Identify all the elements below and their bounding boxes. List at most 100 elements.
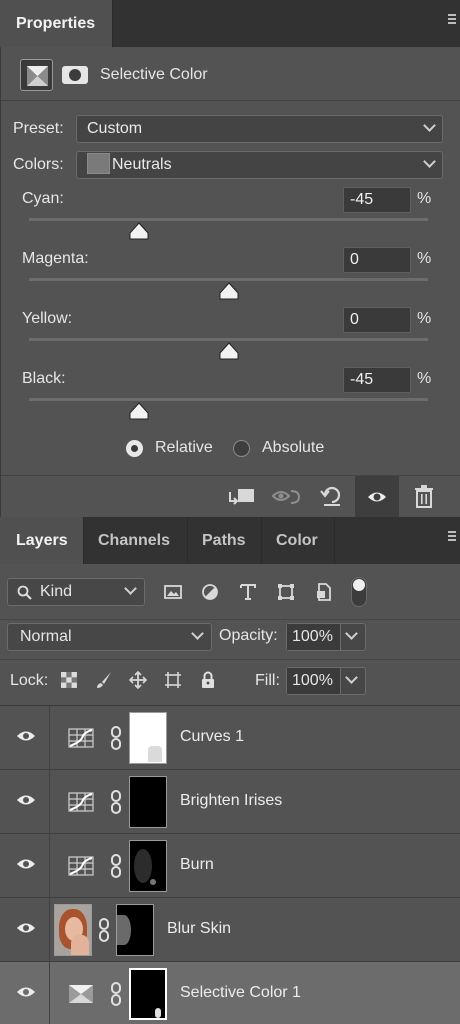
- properties-panel: Selective Color Preset: Custom Colors: N…: [0, 47, 460, 518]
- black-label: Black:: [22, 370, 66, 387]
- divider: [49, 834, 50, 898]
- black-slider-thumb[interactable]: [129, 402, 149, 420]
- layer-name: Brighten Irises: [180, 792, 283, 809]
- reset-button[interactable]: [310, 476, 354, 518]
- blend-mode-dropdown[interactable]: Normal: [7, 623, 212, 651]
- link-icon[interactable]: [109, 726, 123, 750]
- eye-icon[interactable]: [16, 921, 36, 935]
- magenta-value-input[interactable]: 0: [343, 247, 411, 273]
- properties-tabbar: Properties: [0, 0, 460, 47]
- colors-dropdown[interactable]: Neutrals: [76, 151, 443, 179]
- reset-icon: [320, 486, 341, 506]
- black-value-input[interactable]: -45: [343, 367, 411, 393]
- yellow-value-input[interactable]: 0: [343, 307, 411, 333]
- cyan-slider-thumb[interactable]: [129, 222, 149, 240]
- chevron-down-icon: [124, 582, 137, 595]
- preset-value: Custom: [87, 120, 143, 137]
- layer-row-burn[interactable]: Burn: [0, 834, 460, 898]
- filter-kind-label: Kind: [40, 583, 73, 600]
- panel-menu-icon[interactable]: [448, 531, 456, 545]
- divider: [49, 770, 50, 834]
- blend-mode-value: Normal: [20, 628, 72, 645]
- layer-filter-row: Kind: [0, 564, 460, 620]
- type-layer-filter-icon[interactable]: [238, 582, 258, 602]
- adjustment-layer-filter-icon[interactable]: [200, 582, 220, 602]
- fill-label: Fill:: [255, 672, 280, 689]
- eye-icon[interactable]: [16, 729, 36, 743]
- layers-tabbar: Layers Channels Paths Color: [0, 517, 460, 564]
- magenta-slider-thumb[interactable]: [219, 282, 239, 300]
- shape-layer-filter-icon[interactable]: [276, 582, 296, 602]
- clip-to-layer-button[interactable]: [221, 476, 265, 518]
- chevron-down-icon: [423, 155, 436, 168]
- layer-row-curves-1[interactable]: Curves 1: [0, 706, 460, 770]
- delete-button[interactable]: [402, 476, 446, 518]
- curves-adjustment-icon: [68, 856, 94, 876]
- lock-image-pixels-icon[interactable]: [95, 671, 113, 689]
- neutrals-swatch: [87, 152, 110, 174]
- tab-properties[interactable]: Properties: [0, 0, 113, 47]
- layer-mask-thumbnail[interactable]: [129, 968, 167, 1020]
- chevron-down-icon: [191, 627, 204, 640]
- layer-row-brighten-irises[interactable]: Brighten Irises: [0, 770, 460, 834]
- lock-all-icon[interactable]: [199, 671, 217, 689]
- curves-adjustment-icon: [68, 728, 94, 748]
- lock-artboard-icon[interactable]: [164, 671, 182, 689]
- layer-mask-thumbnail[interactable]: [129, 840, 167, 892]
- properties-header: Selective Color: [1, 47, 460, 101]
- tab-color[interactable]: Color: [262, 517, 335, 564]
- fill-control[interactable]: 100%: [286, 667, 366, 695]
- pixel-layer-filter-icon[interactable]: [163, 582, 183, 602]
- opacity-control[interactable]: 100%: [286, 623, 366, 651]
- tab-layers[interactable]: Layers: [0, 517, 84, 564]
- eye-icon[interactable]: [16, 857, 36, 871]
- layer-mask-thumbnail[interactable]: [129, 712, 167, 764]
- toggle-visibility-button[interactable]: [355, 476, 399, 518]
- magenta-percent: %: [417, 250, 432, 267]
- link-icon[interactable]: [97, 918, 111, 942]
- tab-paths[interactable]: Paths: [188, 517, 262, 564]
- cyan-slider-track[interactable]: [29, 218, 428, 221]
- layer-name: Curves 1: [180, 728, 245, 745]
- tab-channels[interactable]: Channels: [84, 517, 188, 564]
- chevron-down-icon: [345, 627, 358, 640]
- clip-to-layer-icon: [229, 489, 254, 505]
- selective-color-adjustment-icon[interactable]: [20, 59, 53, 91]
- layer-mask-thumbnail[interactable]: [116, 904, 154, 956]
- opacity-value[interactable]: 100%: [287, 624, 341, 650]
- eye-icon[interactable]: [16, 793, 36, 807]
- yellow-slider-track[interactable]: [29, 338, 428, 341]
- curves-adjustment-icon: [68, 792, 94, 812]
- cyan-value-input[interactable]: -45: [343, 187, 411, 213]
- lock-label: Lock:: [10, 672, 49, 689]
- link-icon[interactable]: [109, 854, 123, 878]
- link-icon[interactable]: [109, 982, 123, 1006]
- view-previous-state-button[interactable]: [265, 476, 309, 518]
- lock-transparent-pixels-icon[interactable]: [60, 671, 78, 689]
- layer-row-selective-color-1[interactable]: Selective Color 1: [0, 962, 460, 1024]
- smart-object-filter-icon[interactable]: [314, 582, 334, 602]
- preset-dropdown[interactable]: Custom: [76, 115, 443, 143]
- divider: [49, 898, 50, 962]
- opacity-label: Opacity:: [219, 627, 278, 644]
- link-icon[interactable]: [109, 790, 123, 814]
- yellow-slider-thumb[interactable]: [219, 342, 239, 360]
- divider: [49, 962, 50, 1024]
- divider: [49, 706, 50, 770]
- layer-mask-icon[interactable]: [62, 66, 88, 84]
- layer-mask-thumbnail[interactable]: [129, 776, 167, 828]
- trash-icon: [415, 485, 433, 508]
- filter-toggle[interactable]: [351, 577, 367, 607]
- relative-radio[interactable]: [126, 440, 143, 457]
- layer-name: Burn: [180, 856, 214, 873]
- panel-menu-icon[interactable]: [448, 14, 456, 28]
- filter-kind-dropdown[interactable]: Kind: [7, 578, 145, 606]
- eye-icon[interactable]: [16, 985, 36, 999]
- black-slider-track[interactable]: [29, 398, 428, 401]
- layer-image-thumbnail[interactable]: [54, 904, 92, 956]
- absolute-radio[interactable]: [233, 440, 250, 457]
- magenta-slider-track[interactable]: [29, 278, 428, 281]
- lock-position-icon[interactable]: [129, 671, 147, 689]
- fill-value[interactable]: 100%: [287, 668, 341, 694]
- layer-row-blur-skin[interactable]: Blur Skin: [0, 898, 460, 962]
